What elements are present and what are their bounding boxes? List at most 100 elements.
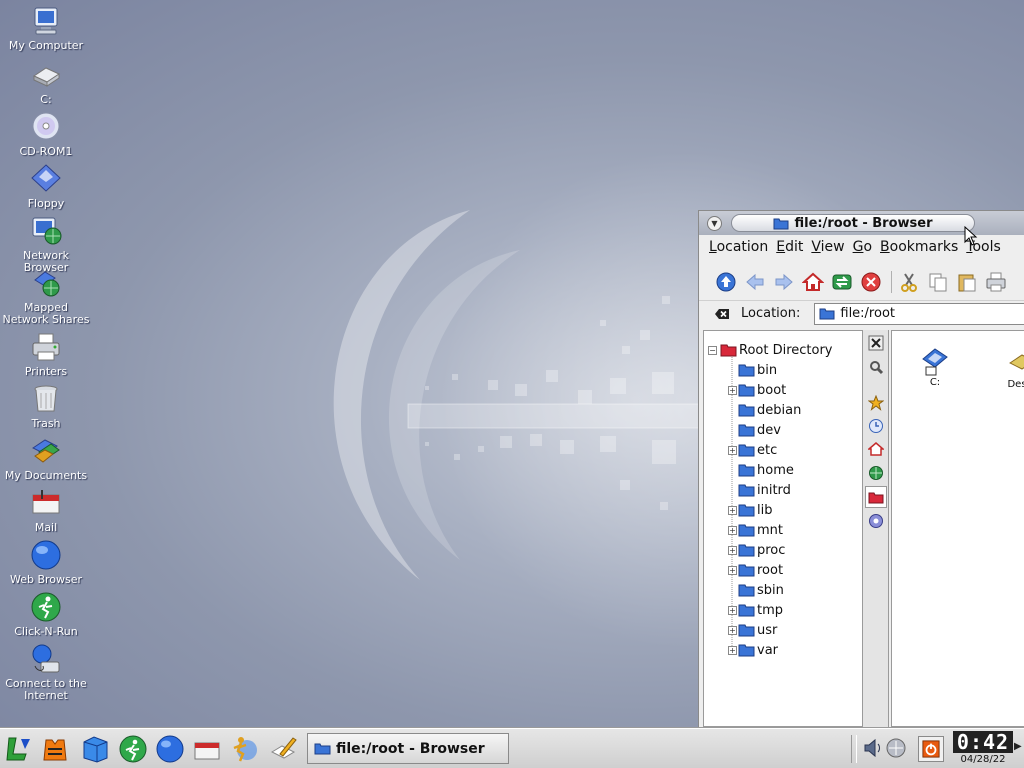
desktop-icon-network-browser[interactable]: Network Browser	[0, 214, 92, 274]
folder-icon	[738, 444, 755, 457]
panel-tab-network[interactable]	[865, 462, 887, 484]
quicklaunch-messenger[interactable]	[227, 732, 261, 766]
desktop-icon-connect-internet[interactable]: Connect to the Internet	[0, 642, 92, 702]
click-n-run-icon	[31, 592, 61, 622]
panel-tab-services[interactable]	[865, 510, 887, 532]
tree-item-var[interactable]: + var	[728, 640, 778, 660]
quicklaunch-web-browser[interactable]	[153, 732, 187, 766]
root-folder-icon	[868, 492, 884, 504]
paste-button[interactable]	[954, 269, 980, 295]
connect-internet-icon	[32, 644, 60, 673]
quicklaunch-editor[interactable]	[266, 732, 300, 766]
tree-item-boot[interactable]: + boot	[728, 380, 786, 400]
panel-tab-history[interactable]	[865, 415, 887, 437]
location-input[interactable]: file:/root	[814, 302, 1024, 325]
tree-item-mnt[interactable]: + mnt	[728, 520, 783, 540]
expand-toggle[interactable]: +	[728, 565, 737, 575]
desktop-icon-trash[interactable]: Trash	[0, 382, 92, 430]
logout-button[interactable]	[918, 736, 944, 762]
panel-tab-root-folder[interactable]	[865, 486, 887, 508]
desktop-icon-web-browser[interactable]: Web Browser	[0, 538, 92, 586]
reload-button[interactable]	[829, 269, 855, 295]
expand-toggle[interactable]: +	[728, 625, 737, 635]
desktop-icon-cdrom[interactable]: CD-ROM1	[0, 110, 92, 158]
cut-icon	[901, 273, 917, 292]
quicklaunch-lifejacket[interactable]	[38, 732, 72, 766]
tree-item-tmp[interactable]: + tmp	[728, 600, 783, 620]
up-button[interactable]	[713, 269, 739, 295]
tree-item-root[interactable]: − Root Directory	[708, 340, 833, 360]
tree-item-label: var	[757, 642, 779, 658]
menu-view[interactable]: View	[811, 239, 844, 259]
clear-location-button[interactable]	[713, 305, 731, 323]
copy-button[interactable]	[925, 269, 951, 295]
stop-icon	[861, 272, 881, 292]
expand-toggle[interactable]: +	[728, 445, 737, 455]
desktop-icon-label: Mapped Network Shares	[2, 301, 90, 326]
tree-item-bin[interactable]: bin	[728, 360, 777, 380]
back-button[interactable]	[742, 269, 768, 295]
mail-icon	[32, 490, 60, 514]
taskbar-expand-arrow-icon[interactable]: ▶	[1014, 741, 1022, 752]
desktop-icon-my-computer[interactable]: My Computer	[0, 4, 92, 52]
tree-item-debian[interactable]: debian	[728, 400, 801, 420]
home-button[interactable]	[800, 269, 826, 295]
tree-item-usr[interactable]: + usr	[728, 620, 777, 640]
expand-toggle[interactable]: +	[728, 545, 737, 555]
tree-item-initrd[interactable]: initrd	[728, 480, 791, 500]
clock[interactable]: 0:42 04/28/22	[952, 731, 1014, 767]
file-item-desktop[interactable]: Des	[1000, 349, 1024, 390]
tree-item-dev[interactable]: dev	[728, 420, 781, 440]
tree-item-lib[interactable]: + lib	[728, 500, 772, 520]
cdrom-icon	[32, 112, 60, 140]
quicklaunch-click-n-run[interactable]	[116, 732, 150, 766]
cut-button[interactable]	[896, 269, 922, 295]
panel-tab-tools[interactable]	[865, 356, 887, 378]
stop-button[interactable]	[858, 269, 884, 295]
taskbar-window-button[interactable]: file:/root - Browser	[307, 733, 509, 764]
print-button[interactable]	[983, 269, 1009, 295]
menu-go[interactable]: Go	[853, 239, 872, 259]
expand-toggle[interactable]: +	[728, 505, 737, 515]
print-icon	[986, 272, 1006, 292]
tree-item-proc[interactable]: + proc	[728, 540, 785, 560]
tree-item-label: root	[757, 562, 784, 578]
volume-icon[interactable]	[862, 737, 884, 759]
expand-toggle[interactable]: +	[728, 525, 737, 535]
tree-item-root[interactable]: + root	[728, 560, 783, 580]
network-status-icon[interactable]	[885, 737, 907, 759]
quicklaunch-mail[interactable]	[190, 732, 224, 766]
desktop-icon-printers[interactable]: Printers	[0, 330, 92, 378]
taskbar-window-title: file:/root - Browser	[336, 740, 485, 757]
desktop-icon-c-drive[interactable]: C:	[0, 58, 92, 106]
desktop-icon-mapped-network-shares[interactable]: Mapped Network Shares	[0, 266, 92, 326]
expand-toggle[interactable]: +	[728, 605, 737, 615]
start-menu-button[interactable]	[2, 732, 36, 766]
tree-item-sbin[interactable]: sbin	[728, 580, 784, 600]
window-title[interactable]: file:/root - Browser	[731, 214, 975, 232]
trash-icon	[34, 385, 58, 412]
expand-toggle[interactable]: +	[728, 385, 737, 395]
forward-button[interactable]	[771, 269, 797, 295]
collapse-toggle[interactable]: −	[708, 345, 717, 355]
tree-item-etc[interactable]: + etc	[728, 440, 777, 460]
file-item-c-drive[interactable]: C:	[918, 343, 952, 388]
menu-bookmarks[interactable]: Bookmarks	[880, 239, 958, 259]
menu-edit[interactable]: Edit	[776, 239, 803, 259]
close-panel-button[interactable]	[865, 332, 887, 354]
tree-item-home[interactable]: home	[728, 460, 794, 480]
desktop-icon-floppy[interactable]: Floppy	[0, 162, 92, 210]
panel-tab-bookmarks[interactable]	[865, 392, 887, 414]
tree-item-label: debian	[757, 402, 802, 418]
desktop-icon-mail[interactable]: Mail	[0, 486, 92, 534]
quicklaunch-file-manager[interactable]	[78, 732, 112, 766]
expand-toggle[interactable]: +	[728, 645, 737, 655]
desktop-icon-label: Mail	[34, 521, 58, 534]
window-menu-button[interactable]: ▼	[707, 216, 722, 231]
menu-location[interactable]: Location	[709, 239, 768, 259]
network-shares-icon	[34, 271, 60, 297]
tree-item-label: Root Directory	[739, 342, 833, 358]
panel-tab-home[interactable]	[865, 438, 887, 460]
desktop-icon-click-n-run[interactable]: Click-N-Run	[0, 590, 92, 638]
desktop-icon-my-documents[interactable]: My Documents	[0, 434, 92, 482]
